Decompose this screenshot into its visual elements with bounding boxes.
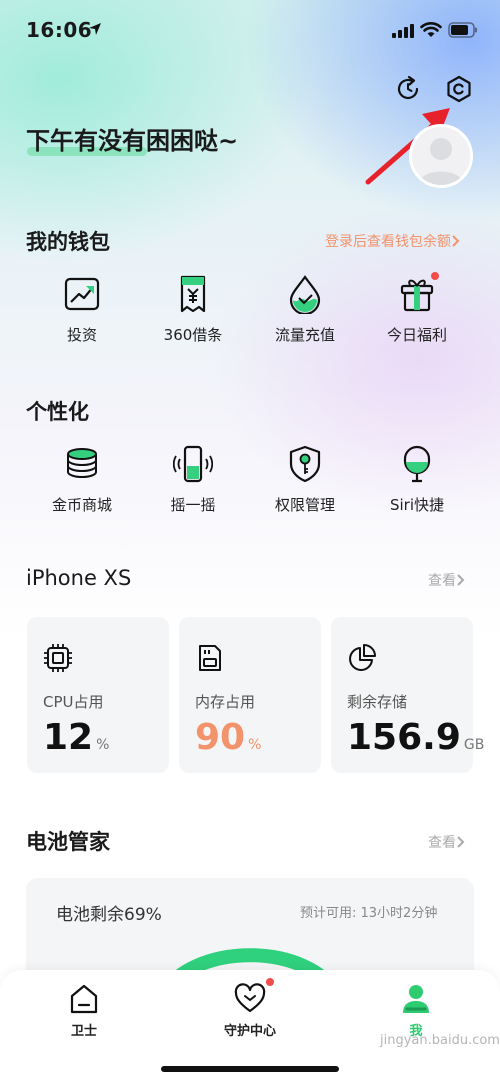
chevron-right-icon	[452, 235, 460, 247]
phone-shake-icon	[173, 445, 213, 483]
storage-card[interactable]: 剩余存储 156.9 GB	[331, 617, 484, 773]
water-drop-icon	[289, 275, 321, 314]
cpu-value-number: 12	[43, 717, 94, 758]
personal-item-permission[interactable]: 权限管理	[250, 444, 360, 515]
memory-value-unit: %	[248, 737, 262, 753]
location-arrow-icon	[89, 23, 101, 35]
device-view-link[interactable]: 查看	[428, 570, 466, 590]
personal-item-coin-mall[interactable]: 金币商城	[27, 444, 137, 515]
personalize-title: 个性化	[26, 400, 89, 424]
shield-key-icon	[289, 445, 321, 483]
memory-label: 内存占用	[195, 693, 256, 711]
pie-chart-icon	[349, 644, 376, 671]
wallet-item-loan[interactable]: 360借条	[138, 274, 248, 345]
memory-value: 90%	[195, 717, 261, 758]
personal-item-label: 摇一摇	[170, 496, 216, 514]
person-icon	[403, 985, 429, 1013]
wallet-login-link-label: 登录后查看钱包余额	[325, 234, 451, 250]
avatar[interactable]	[409, 124, 473, 188]
wallet-title: 我的钱包	[26, 230, 110, 254]
microphone-icon	[403, 445, 431, 483]
home-icon	[70, 984, 98, 1014]
cpu-value: 12%	[43, 717, 109, 758]
heart-icon	[234, 983, 266, 1013]
notification-badge	[266, 978, 274, 986]
wallet-item-label: 流量充值	[274, 326, 335, 344]
storage-value: 156.9 GB	[347, 717, 484, 758]
tab-guard[interactable]: 卫士	[24, 970, 144, 1039]
watermark: jingyan.baidu.com	[380, 1033, 500, 1048]
battery-title: 电池管家	[26, 830, 110, 854]
wifi-icon	[420, 22, 442, 37]
wallet-item-data-topup[interactable]: 流量充值	[250, 274, 360, 345]
wallet-item-label: 今日福利	[386, 326, 447, 344]
tab-label: 守护中心	[223, 1024, 276, 1039]
cpu-card[interactable]: CPU占用 12%	[27, 617, 169, 773]
chevron-right-icon	[457, 836, 465, 848]
chevron-right-icon	[457, 574, 465, 586]
tab-guardian-center[interactable]: 守护中心	[190, 970, 310, 1039]
wallet-item-label: 投资	[66, 326, 97, 344]
tab-me[interactable]: 我	[356, 970, 476, 1039]
yuan-receipt-icon	[180, 275, 206, 313]
tab-label: 卫士	[70, 1024, 97, 1039]
cpu-icon	[44, 644, 72, 672]
storage-value-unit: GB	[463, 737, 485, 753]
personal-item-siri[interactable]: Siri快捷	[362, 444, 472, 515]
storage-label: 剩余存储	[347, 693, 408, 711]
gift-icon	[400, 279, 434, 312]
personal-item-label: Siri快捷	[389, 496, 445, 514]
personal-item-label: 权限管理	[274, 496, 335, 514]
storage-value-number: 156.9	[347, 717, 461, 758]
greeting-text: 下午有没有困困哒~	[26, 127, 239, 155]
cpu-value-unit: %	[96, 737, 110, 753]
battery-icon	[448, 22, 477, 38]
cpu-label: CPU占用	[43, 693, 104, 711]
device-title: iPhone XS	[26, 566, 132, 590]
battery-view-link-label: 查看	[428, 835, 456, 851]
default-avatar-icon	[418, 138, 464, 185]
notification-badge	[431, 272, 439, 280]
wallet-login-link[interactable]: 登录后查看钱包余额	[325, 231, 461, 251]
device-view-link-label: 查看	[428, 573, 456, 589]
status-time: 16:06	[26, 18, 93, 42]
home-indicator[interactable]	[161, 1066, 339, 1072]
wallet-item-invest[interactable]: 投资	[27, 274, 137, 345]
battery-remaining: 电池剩余69%	[56, 905, 162, 925]
battery-estimate: 预计可用: 13小时2分钟	[300, 906, 438, 921]
wallet-item-label: 360借条	[163, 326, 223, 344]
personal-item-shake[interactable]: 摇一摇	[138, 444, 248, 515]
memory-icon	[199, 645, 221, 671]
cellular-signal-icon	[392, 24, 414, 38]
battery-view-link[interactable]: 查看	[428, 832, 466, 852]
personal-item-label: 金币商城	[51, 496, 112, 514]
coin-stack-icon	[67, 448, 97, 479]
memory-value-number: 90	[195, 717, 246, 758]
chart-trend-icon	[64, 277, 100, 311]
memory-card[interactable]: 内存占用 90%	[179, 617, 321, 773]
wallet-item-daily-benefit[interactable]: 今日福利	[362, 274, 472, 345]
